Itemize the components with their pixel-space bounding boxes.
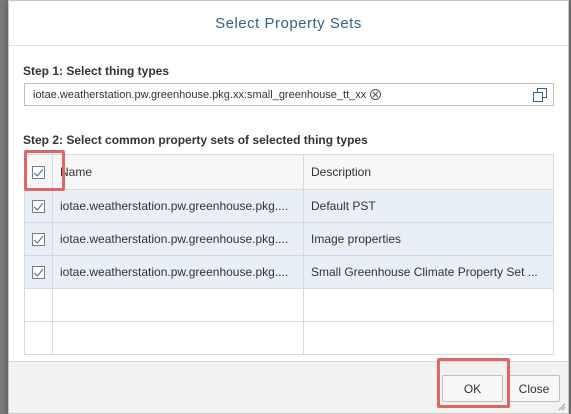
close-button[interactable]: Close <box>508 375 560 402</box>
row-select-cell <box>24 255 53 289</box>
column-header-description[interactable]: Description <box>303 154 554 190</box>
row-select-cell <box>24 189 53 223</box>
property-sets-table: Name Description iotae.weatherstation.pw… <box>24 154 554 355</box>
empty-cell <box>24 288 53 322</box>
table-header-row: Name Description <box>24 154 554 190</box>
select-property-sets-dialog: Select Property Sets Step 1: Select thin… <box>8 0 569 414</box>
row-checkbox[interactable] <box>32 233 45 247</box>
step1-label: Step 1: Select thing types <box>23 64 170 78</box>
empty-cell <box>303 321 554 355</box>
row-name-cell: iotae.weatherstation.pw.greenhouse.pkg..… <box>52 222 304 256</box>
table-row[interactable]: iotae.weatherstation.pw.greenhouse.pkg..… <box>24 189 554 223</box>
ok-button-highlight <box>437 358 510 408</box>
row-name-cell: iotae.weatherstation.pw.greenhouse.pkg..… <box>52 189 304 223</box>
table-row[interactable]: iotae.weatherstation.pw.greenhouse.pkg..… <box>24 255 554 289</box>
row-select-cell <box>24 222 53 256</box>
thing-type-token[interactable]: iotae.weatherstation.pw.greenhouse.pkg.x… <box>33 88 382 101</box>
token-remove-icon[interactable] <box>370 89 382 100</box>
empty-cell <box>52 321 304 355</box>
row-checkbox[interactable] <box>32 200 45 214</box>
row-description-cell: Default PST <box>303 189 554 223</box>
thing-types-multi-input[interactable]: iotae.weatherstation.pw.greenhouse.pkg.x… <box>24 83 554 106</box>
column-header-name[interactable]: Name <box>52 154 304 190</box>
row-checkbox[interactable] <box>32 266 45 280</box>
select-all-highlight <box>24 150 65 191</box>
thing-type-token-text: iotae.weatherstation.pw.greenhouse.pkg.x… <box>33 88 367 101</box>
dialog-title: Select Property Sets <box>215 14 362 32</box>
resize-grip-icon[interactable] <box>558 403 566 411</box>
step2-label: Step 2: Select common property sets of s… <box>23 133 368 147</box>
empty-table-row <box>24 288 554 322</box>
empty-cell <box>52 288 304 322</box>
dialog-header: Select Property Sets <box>9 1 568 46</box>
row-description-cell: Small Greenhouse Climate Property Set ..… <box>303 255 554 289</box>
empty-cell <box>24 321 53 355</box>
row-description-cell: Image properties <box>303 222 554 256</box>
table-row[interactable]: iotae.weatherstation.pw.greenhouse.pkg..… <box>24 222 554 256</box>
empty-cell <box>303 288 554 322</box>
value-help-icon[interactable] <box>533 88 547 102</box>
row-name-cell: iotae.weatherstation.pw.greenhouse.pkg..… <box>52 255 304 289</box>
empty-table-row <box>24 321 554 355</box>
